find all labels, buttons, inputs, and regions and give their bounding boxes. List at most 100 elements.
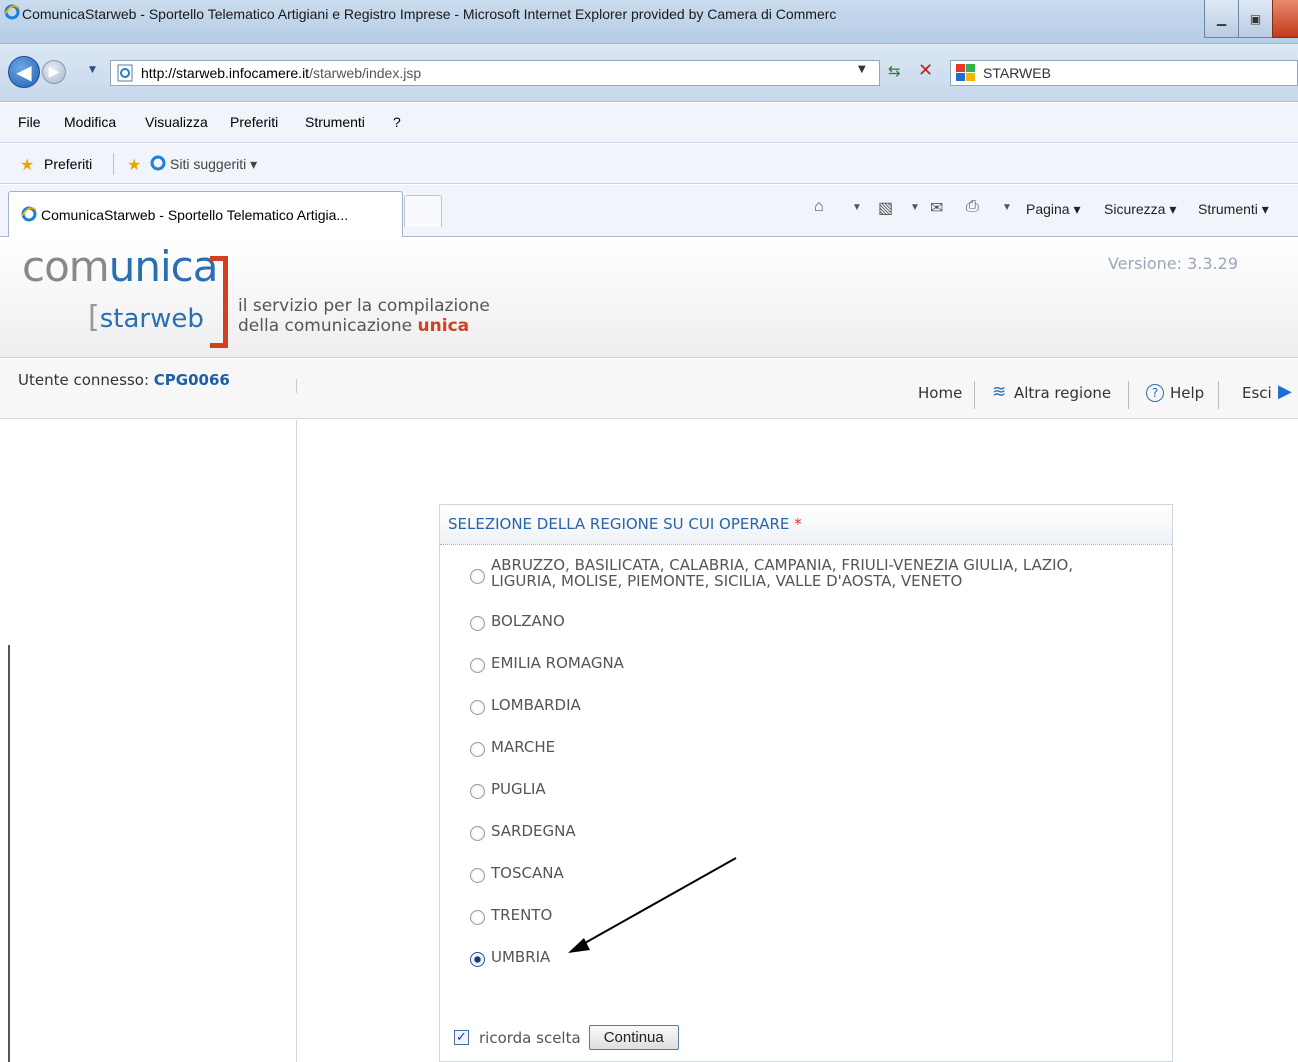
region-option[interactable]: TRENTO (470, 907, 552, 925)
address-dropdown-icon[interactable]: ▼ (858, 64, 866, 75)
print-icon[interactable]: ⎙ (966, 198, 979, 216)
panel-title: SELEZIONE DELLA REGIONE SU CUI OPERARE * (440, 505, 1172, 545)
help-link[interactable]: Help (1170, 384, 1204, 402)
radio-button[interactable] (470, 742, 485, 757)
address-input[interactable]: http://starweb.infocamere.it/starweb/ind… (110, 60, 880, 86)
menu-strumenti[interactable]: Strumenti (305, 114, 365, 130)
region-option-label: PUGLIA (491, 780, 546, 798)
connected-user-label: Utente connesso: (18, 371, 154, 389)
radio-button[interactable] (470, 616, 485, 631)
user-id: CPG0066 (153, 371, 230, 389)
radio-button[interactable] (470, 868, 485, 883)
radio-button[interactable] (470, 910, 485, 925)
change-region-link[interactable]: Altra regione (1014, 384, 1111, 402)
radio-button[interactable] (470, 569, 485, 584)
home-link[interactable]: Home (918, 384, 962, 402)
page-icon (117, 64, 133, 82)
feeds-dropdown-icon[interactable]: ▼ (910, 202, 920, 213)
starweb-logo: [starweb (88, 300, 204, 335)
window-edge (8, 645, 10, 1062)
region-option[interactable]: SARDEGNA (470, 823, 576, 841)
stop-icon[interactable]: ✕ (918, 60, 933, 81)
radio-button[interactable] (470, 826, 485, 841)
region-icon: ≋ (992, 382, 1007, 402)
panel-title-text: SELEZIONE DELLA REGIONE SU CUI OPERARE (448, 515, 790, 533)
tagline: il servizio per la compilazione della co… (238, 296, 490, 336)
tab-bar: ComunicaStarweb - Sportello Telematico A… (0, 185, 1298, 237)
region-option-label: UMBRIA (491, 948, 551, 966)
home-icon[interactable]: ⌂ (814, 198, 824, 216)
top-links: Home ≋ Altra regione ? Help Esci ▶ (918, 381, 1298, 409)
region-option[interactable]: BOLZANO (470, 613, 565, 631)
region-option-selected[interactable]: UMBRIA (470, 949, 550, 967)
menu-preferiti[interactable]: Preferiti (230, 114, 278, 130)
help-icon: ? (1146, 384, 1164, 402)
divider (1218, 381, 1219, 409)
page-menu[interactable]: Pagina ▾ (1026, 201, 1081, 218)
close-window-button[interactable] (1272, 0, 1298, 38)
feeds-icon[interactable]: ▧ (878, 198, 893, 218)
exit-arrow-icon: ▶ (1278, 381, 1292, 402)
print-dropdown-icon[interactable]: ▼ (1002, 202, 1012, 213)
suggested-sites-button[interactable]: Siti suggeriti ▾ (170, 156, 257, 173)
history-dropdown-icon[interactable]: ▼ (89, 65, 96, 75)
menu-modifica[interactable]: Modifica (64, 114, 116, 130)
minimize-button[interactable]: ▁ (1204, 0, 1238, 38)
menu-visualizza[interactable]: Visualizza (145, 114, 208, 130)
radio-button-checked[interactable] (470, 952, 485, 967)
favorites-button[interactable]: Preferiti (44, 156, 92, 172)
window-title: ComunicaStarweb - Sportello Telematico A… (22, 6, 837, 22)
region-option-label: TOSCANA (491, 864, 564, 882)
logo-sub: starweb (99, 304, 204, 334)
radio-button[interactable] (470, 700, 485, 715)
region-option[interactable]: PUGLIA (470, 781, 546, 799)
form-footer: ✓ ricorda scelta Continua (454, 1025, 679, 1050)
logo-prefix: com (22, 242, 110, 291)
back-button[interactable]: ◀ (8, 56, 40, 88)
region-option-label: MARCHE (491, 738, 556, 756)
exit-link[interactable]: Esci (1242, 384, 1272, 402)
maximize-button[interactable]: ▣ (1238, 0, 1272, 38)
logo-bracket (210, 256, 228, 348)
region-option-label: TRENTO (491, 906, 553, 924)
divider (113, 153, 114, 175)
region-option-label: BOLZANO (491, 612, 565, 630)
region-option[interactable]: LOMBARDIA (470, 697, 581, 715)
region-option[interactable]: EMILIA ROMAGNA (470, 655, 624, 673)
user-bar: Utente connesso: CPG0066 Home ≋ Altra re… (0, 359, 1298, 419)
radio-button[interactable] (470, 784, 485, 799)
ie-small-icon (21, 206, 37, 222)
region-option-label: LOMBARDIA (491, 696, 581, 714)
tagline-line1: il servizio per la compilazione (238, 296, 490, 316)
tools-menu[interactable]: Strumenti ▾ (1198, 201, 1269, 218)
region-option[interactable]: ABRUZZO, BASILICATA, CALABRIA, CAMPANIA,… (470, 557, 1110, 589)
add-favorite-icon[interactable]: ★ (127, 155, 141, 175)
logo-suffix: unica (108, 242, 219, 291)
site-header: comunica [starweb il servizio per la com… (0, 238, 1298, 358)
radio-button[interactable] (470, 658, 485, 673)
region-option[interactable]: TOSCANA (470, 865, 564, 883)
remember-checkbox[interactable]: ✓ (454, 1030, 469, 1045)
region-selection-panel: SELEZIONE DELLA REGIONE SU CUI OPERARE *… (439, 504, 1173, 1062)
search-input[interactable]: STARWEB (950, 60, 1298, 86)
region-option[interactable]: MARCHE (470, 739, 555, 757)
forward-button[interactable]: ▶ (42, 60, 66, 84)
security-menu[interactable]: Sicurezza ▾ (1104, 201, 1176, 218)
divider (974, 381, 975, 409)
menu-bar: File Modifica Visualizza Preferiti Strum… (0, 103, 1298, 143)
divider (296, 379, 297, 393)
tagline-line2: della comunicazione (238, 316, 418, 336)
continue-button[interactable]: Continua (588, 1025, 679, 1050)
favorites-bar: ★ Preferiti ★ Siti suggeriti ▾ (0, 144, 1298, 184)
required-marker: * (794, 515, 802, 533)
home-dropdown-icon[interactable]: ▼ (852, 202, 862, 213)
new-tab-button[interactable] (404, 195, 442, 227)
menu-help[interactable]: ? (393, 114, 401, 130)
mail-icon[interactable]: ✉ (930, 198, 943, 218)
favorites-star-icon[interactable]: ★ (20, 155, 34, 175)
menu-file[interactable]: File (18, 114, 41, 130)
search-provider-label: STARWEB (983, 65, 1051, 81)
tab-comunicastarweb[interactable]: ComunicaStarweb - Sportello Telematico A… (8, 191, 403, 237)
sidebar (0, 420, 297, 1062)
refresh-icon[interactable]: ⇆ (888, 62, 901, 80)
